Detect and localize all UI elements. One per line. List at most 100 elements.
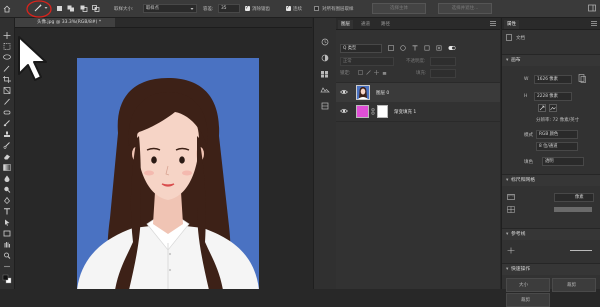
color-icon[interactable] xyxy=(320,102,330,112)
home-icon[interactable] xyxy=(3,5,11,13)
eyedropper-tool-icon[interactable] xyxy=(2,98,12,105)
lock-pixels-icon[interactable] xyxy=(358,70,363,77)
filter-smart-object-icon[interactable] xyxy=(436,45,442,53)
fill-color-select[interactable]: 透明 xyxy=(542,157,584,166)
workspace-icon[interactable] xyxy=(588,4,596,12)
link-icon[interactable] xyxy=(371,108,375,117)
new-selection-icon[interactable] xyxy=(56,5,63,12)
lock-all-icon[interactable] xyxy=(382,70,387,77)
filter-pixel-icon[interactable] xyxy=(388,45,394,53)
mouse-cursor-icon xyxy=(18,36,47,81)
crop-tool-icon[interactable] xyxy=(2,76,12,83)
tab-paths[interactable]: 路径 xyxy=(378,20,393,29)
tab-layers[interactable]: 图层 xyxy=(338,20,353,29)
canvas-section-header[interactable]: ▾ 画布 xyxy=(502,54,600,66)
filter-shape-icon[interactable] xyxy=(424,45,430,53)
eraser-tool-icon[interactable] xyxy=(2,153,12,160)
quick-crop-button[interactable]: 裁剪 xyxy=(552,278,596,292)
sample-all-checkbox[interactable] xyxy=(314,6,319,11)
brush-tool-icon[interactable] xyxy=(2,120,12,127)
filter-type-icon[interactable] xyxy=(412,45,418,53)
ruler-unit-select[interactable]: 像素 xyxy=(554,193,594,202)
quick-actions-section-header[interactable]: ▾ 快速操作 xyxy=(502,263,600,275)
frame-tool-icon[interactable] xyxy=(2,87,12,94)
blur-tool-icon[interactable] xyxy=(2,175,12,182)
layer-filter-select[interactable]: Q 类型 xyxy=(340,44,382,53)
filter-toggle-icon[interactable] xyxy=(448,45,456,53)
quick-selection-tool-icon[interactable] xyxy=(2,65,12,72)
history-icon[interactable] xyxy=(320,38,330,48)
opacity-input[interactable] xyxy=(430,57,456,66)
grid-icon xyxy=(507,206,515,215)
hand-tool-icon[interactable] xyxy=(2,241,12,248)
swatches-icon[interactable] xyxy=(320,70,330,80)
guide-line-preview[interactable] xyxy=(570,250,592,251)
lock-paint-icon[interactable] xyxy=(366,70,371,77)
width-input[interactable]: 1626 像素 xyxy=(534,75,572,84)
intersect-selection-icon[interactable] xyxy=(92,5,100,12)
panel-menu-icon[interactable] xyxy=(591,21,597,28)
select-and-mask-button[interactable]: 选择并遮住... xyxy=(438,3,492,14)
tab-channels[interactable]: 通道 xyxy=(358,20,373,29)
rulers-grid-section-header[interactable]: ▾ 标尺和网格 xyxy=(502,174,600,186)
more-tools-icon[interactable] xyxy=(2,263,12,270)
document-tab[interactable]: 头像.jpg @ 33.3%(RGB/8#) * xyxy=(15,18,115,27)
mode-select[interactable]: RGB 颜色 xyxy=(536,130,578,139)
layer-mask-thumbnail xyxy=(377,105,388,118)
subtract-from-selection-icon[interactable] xyxy=(80,5,88,12)
path-selection-tool-icon[interactable] xyxy=(2,219,12,226)
rectangle-tool-icon[interactable] xyxy=(2,230,12,237)
marquee-tool-icon[interactable] xyxy=(2,43,12,50)
height-input[interactable]: 2228 像素 xyxy=(534,92,572,101)
sample-size-select[interactable]: 取样点 xyxy=(143,4,197,13)
dodge-tool-icon[interactable] xyxy=(2,186,12,193)
mode-value: RGB 颜色 xyxy=(539,132,559,137)
tolerance-input[interactable]: 35 xyxy=(218,4,240,13)
adjustments-icon[interactable] xyxy=(320,54,330,64)
ruler-icon xyxy=(507,194,515,202)
contiguous-checkbox[interactable] xyxy=(286,5,291,11)
foreground-background-color-icon[interactable] xyxy=(2,274,12,286)
layer-row[interactable]: 渐变填充 1 xyxy=(336,102,500,122)
filter-adjustment-icon[interactable] xyxy=(400,45,406,53)
resolution-text: 分辨率: 72 像素/英寸 xyxy=(536,118,580,123)
properties-panel: 属性 文档 ▾ 画布 W 1626 像素 H 2228 像素 分辨率: 72 像素… xyxy=(501,18,600,307)
quick-size-button[interactable]: 大小 xyxy=(506,278,550,292)
panel-menu-icon[interactable] xyxy=(490,21,496,28)
orientation-icon[interactable] xyxy=(578,74,586,85)
type-tool-icon[interactable] xyxy=(2,208,12,215)
quick-size-label: 大小 xyxy=(519,283,528,288)
gradient-fill-thumbnail xyxy=(356,105,369,118)
move-tool-icon[interactable] xyxy=(2,32,12,39)
portrait-illustration[interactable] xyxy=(15,28,312,289)
grid-color-swatch[interactable] xyxy=(554,207,592,212)
lock-label: 锁定: xyxy=(340,71,351,76)
add-to-selection-icon[interactable] xyxy=(67,5,74,12)
zoom-tool-icon[interactable] xyxy=(2,252,12,259)
guides-section-header[interactable]: ▾ 参考线 xyxy=(502,228,600,240)
image-size-icon[interactable] xyxy=(549,104,557,114)
antialias-checkbox[interactable] xyxy=(245,5,250,11)
tab-properties[interactable]: 属性 xyxy=(504,20,519,29)
canvas-area[interactable] xyxy=(15,28,312,289)
eye-visibility-icon[interactable] xyxy=(340,89,348,97)
eye-visibility-icon[interactable] xyxy=(340,108,348,116)
layer-row[interactable]: 图层 0 xyxy=(336,82,500,103)
select-subject-button[interactable]: 选择主体 xyxy=(372,3,426,14)
healing-brush-tool-icon[interactable] xyxy=(2,109,12,116)
gradient-tool-icon[interactable] xyxy=(2,164,12,171)
contiguous-label: 连续 xyxy=(293,7,302,12)
bit-depth-value: 8 位/通道 xyxy=(539,144,558,149)
options-bar: 取样大小: 取样点 容差: 35 消除锯齿 连续 对所有图层取样 选择主体 选择… xyxy=(0,0,600,18)
lasso-tool-icon[interactable] xyxy=(2,54,12,61)
blend-mode-select[interactable]: 正常 xyxy=(340,57,394,66)
libraries-icon[interactable] xyxy=(320,86,330,96)
pen-tool-icon[interactable] xyxy=(2,197,12,204)
resize-canvas-icon[interactable] xyxy=(538,104,546,114)
clone-stamp-tool-icon[interactable] xyxy=(2,131,12,138)
bit-depth-select[interactable]: 8 位/通道 xyxy=(536,142,578,151)
history-brush-tool-icon[interactable] xyxy=(2,142,12,149)
fill-input[interactable] xyxy=(430,69,456,78)
lock-move-icon[interactable] xyxy=(374,70,379,77)
quick-crop-button-2[interactable]: 裁剪 xyxy=(506,293,550,307)
